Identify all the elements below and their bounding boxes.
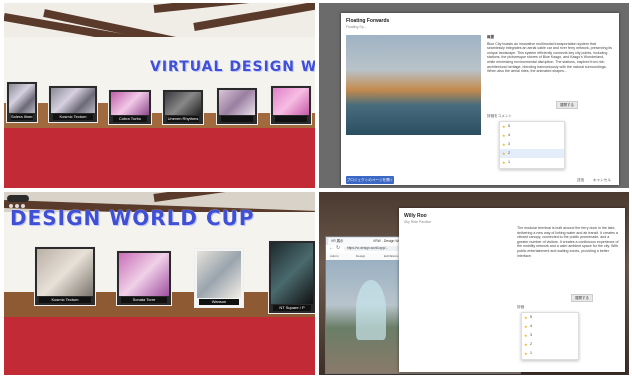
exhibit-poster[interactable] <box>270 85 312 125</box>
star-icon: ★ <box>502 133 506 138</box>
star-icon: ★ <box>502 124 506 129</box>
bookmark[interactable]: Design <box>356 253 365 260</box>
star-icon: ★ <box>502 160 506 165</box>
rating-dropdown[interactable]: ★ 5 ★ 4 ★ 3 ★ 2 ★ 1 <box>499 121 565 169</box>
project-dialog: Floating Forwards Floating Sp... 概要 Blue… <box>341 13 619 185</box>
star-icon: ★ <box>502 142 506 147</box>
star-icon: ★ <box>524 342 528 347</box>
description-heading: 概要 <box>487 35 495 39</box>
reload-icon[interactable]: ↻ <box>336 245 340 251</box>
star-icon: ★ <box>524 315 528 320</box>
project-dialog-view: Floating Forwards Floating Sp... 概要 Blue… <box>319 3 629 188</box>
dialog-description: The modular terminal is built around the… <box>517 226 619 258</box>
dialog-subtitle: Sky Ride Pavilion <box>404 220 432 224</box>
rating-option[interactable]: ★ 4 <box>500 131 564 140</box>
gallery-view-1: VIRTUAL DESIGN WORLD Solera Itinera Kosm… <box>4 3 315 188</box>
rating-dropdown[interactable]: ★ 5 ★ 4 ★ 3 ★ 2 ★ 1 <box>521 312 579 360</box>
rating-option-selected[interactable]: ★ 2 <box>500 149 564 158</box>
dialog-title: Willy Roo <box>404 213 427 219</box>
rating-option[interactable]: ★ 1 <box>500 158 564 167</box>
exhibit-poster[interactable] <box>216 87 258 125</box>
star-icon: ★ <box>524 351 528 356</box>
bookmark[interactable]: Admin <box>330 253 339 260</box>
exhibit-poster[interactable]: Wanson <box>194 248 244 308</box>
cancel-button[interactable]: キャンセル <box>593 178 611 183</box>
dialog-title: Floating Forwards <box>346 18 390 24</box>
submit-button[interactable]: 送信 <box>577 178 584 183</box>
rating-label: 評価 <box>517 305 525 309</box>
project-dialog: Willy Roo Sky Ride Pavilion The modular … <box>399 208 625 372</box>
browser-dialog-view: VR 展示 VRW - Design Web × ← ↻ https://vr-… <box>319 192 629 375</box>
exhibit-poster[interactable]: Solera Itinera <box>6 81 38 123</box>
rating-option[interactable]: ★ 5 <box>522 313 578 322</box>
gallery-view-2: DESIGN WORLD CUP Kosmic Tectum Sonata To… <box>4 192 315 375</box>
rating-option[interactable]: ★ 3 <box>522 331 578 340</box>
exhibit-poster[interactable]: Kosmic Tectum <box>34 246 96 306</box>
star-icon: ★ <box>502 151 506 156</box>
expand-button[interactable]: 展開する <box>556 101 578 109</box>
rating-option[interactable]: ★ 2 <box>522 340 578 349</box>
expand-button[interactable]: 展開する <box>571 294 593 302</box>
star-icon: ★ <box>524 324 528 329</box>
exhibit-poster[interactable]: Kosmic Tectum <box>48 85 98 123</box>
star-icon: ★ <box>524 333 528 338</box>
browser-tab[interactable]: VR 展示 <box>328 238 371 245</box>
dialog-description: 概要 Blue City boasts an innovative multim… <box>487 35 613 74</box>
rating-option[interactable]: ★ 4 <box>522 322 578 331</box>
exhibit-poster[interactable]: Uneven Rhythms <box>162 89 204 125</box>
description-body: Blue City boasts an innovative multimoda… <box>487 41 613 74</box>
rating-option[interactable]: ★ 5 <box>500 122 564 131</box>
exhibit-poster[interactable]: Cobra Turbo <box>108 89 152 125</box>
exhibit-poster[interactable]: Sonata Torre <box>116 250 172 306</box>
exhibit-sign: DESIGN WORLD CUP <box>10 206 255 230</box>
view-controls[interactable] <box>7 195 29 208</box>
rating-label: 評価をコメント <box>487 114 513 118</box>
red-carpet-floor <box>4 128 315 188</box>
pavilion-structure <box>356 280 386 340</box>
exhibit-sign: VIRTUAL DESIGN WORLD <box>150 59 315 75</box>
exhibit-poster[interactable]: NT Square / P <box>268 240 315 314</box>
red-carpet-floor <box>4 317 315 375</box>
rating-option[interactable]: ★ 3 <box>500 140 564 149</box>
dialog-subtitle: Floating Sp... <box>346 25 367 29</box>
project-image <box>346 35 481 135</box>
back-icon[interactable]: ← <box>329 245 334 251</box>
open-project-page-button[interactable]: プロジェクトのページを開く <box>346 176 394 184</box>
rating-option[interactable]: ★ 1 <box>522 349 578 358</box>
bookmark[interactable]: Exhibitions <box>384 253 399 260</box>
